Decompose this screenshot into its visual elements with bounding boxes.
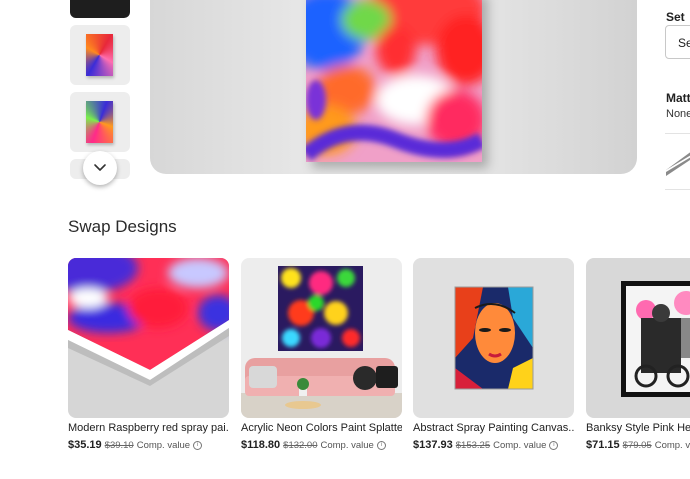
price: $118.80 — [241, 439, 281, 451]
design-name[interactable]: Banksy Style Pink Helm — [586, 422, 690, 434]
old-price: $79.05 — [622, 440, 652, 451]
design-card[interactable]: Banksy Style Pink Helm $71.15$79.05Comp.… — [586, 258, 690, 451]
comp-value-label: Comp. valu — [654, 440, 690, 451]
divider — [665, 133, 690, 134]
design-name[interactable]: Abstract Spray Painting Canvas... — [413, 422, 574, 434]
price: $71.15 — [586, 439, 620, 451]
divider — [665, 189, 690, 190]
design-image[interactable] — [586, 258, 690, 418]
matte-value: None — [666, 108, 690, 120]
thumbnail-black[interactable] — [70, 0, 130, 18]
design-image[interactable] — [68, 258, 229, 418]
comp-value-label: Comp. value — [136, 440, 191, 451]
info-icon[interactable]: i — [193, 440, 203, 450]
design-card[interactable]: Acrylic Neon Colors Paint Splatte... $11… — [241, 258, 402, 451]
comp-value-label: Comp. value — [320, 440, 374, 451]
thumbnail-artwork — [86, 101, 113, 143]
design-image[interactable] — [241, 258, 402, 418]
option-swatch[interactable] — [666, 140, 690, 176]
product-preview[interactable] — [150, 0, 637, 174]
set-label: Set — [666, 10, 685, 24]
comp-value-label: Comp. value — [493, 440, 547, 451]
scroll-thumbnails-down-button[interactable] — [83, 151, 117, 185]
chevron-down-icon — [94, 164, 106, 171]
old-price: $39.10 — [104, 440, 134, 451]
price: $137.93 — [413, 439, 453, 451]
price-row: $118.80 $132.00 Comp. value i — [241, 439, 402, 451]
info-icon[interactable]: i — [549, 440, 559, 450]
info-icon[interactable]: i — [376, 440, 386, 450]
thumbnail-angled-view[interactable] — [70, 92, 130, 152]
price-row: $137.93 $153.25 Comp. value i — [413, 439, 574, 451]
thumbnail-front-view[interactable] — [70, 25, 130, 85]
design-card[interactable]: Abstract Spray Painting Canvas... $137.9… — [413, 258, 574, 451]
set-select[interactable]: Se — [665, 25, 690, 59]
old-price: $132.00 — [283, 440, 318, 451]
design-card[interactable]: Modern Raspberry red spray pai... $35.19… — [68, 258, 229, 451]
canvas-artwork — [306, 0, 482, 162]
design-image[interactable] — [413, 258, 574, 418]
price-row: $71.15$79.05Comp. valu — [586, 439, 690, 451]
price-row: $35.19 $39.10 Comp. value i — [68, 439, 229, 451]
matte-label: Matt — [666, 91, 690, 105]
design-name[interactable]: Modern Raspberry red spray pai... — [68, 422, 229, 434]
price: $35.19 — [68, 439, 102, 451]
section-title: Swap Designs — [68, 217, 177, 236]
old-price: $153.25 — [455, 440, 491, 451]
design-name[interactable]: Acrylic Neon Colors Paint Splatte... — [241, 422, 402, 434]
thumbnail-artwork — [86, 34, 113, 76]
